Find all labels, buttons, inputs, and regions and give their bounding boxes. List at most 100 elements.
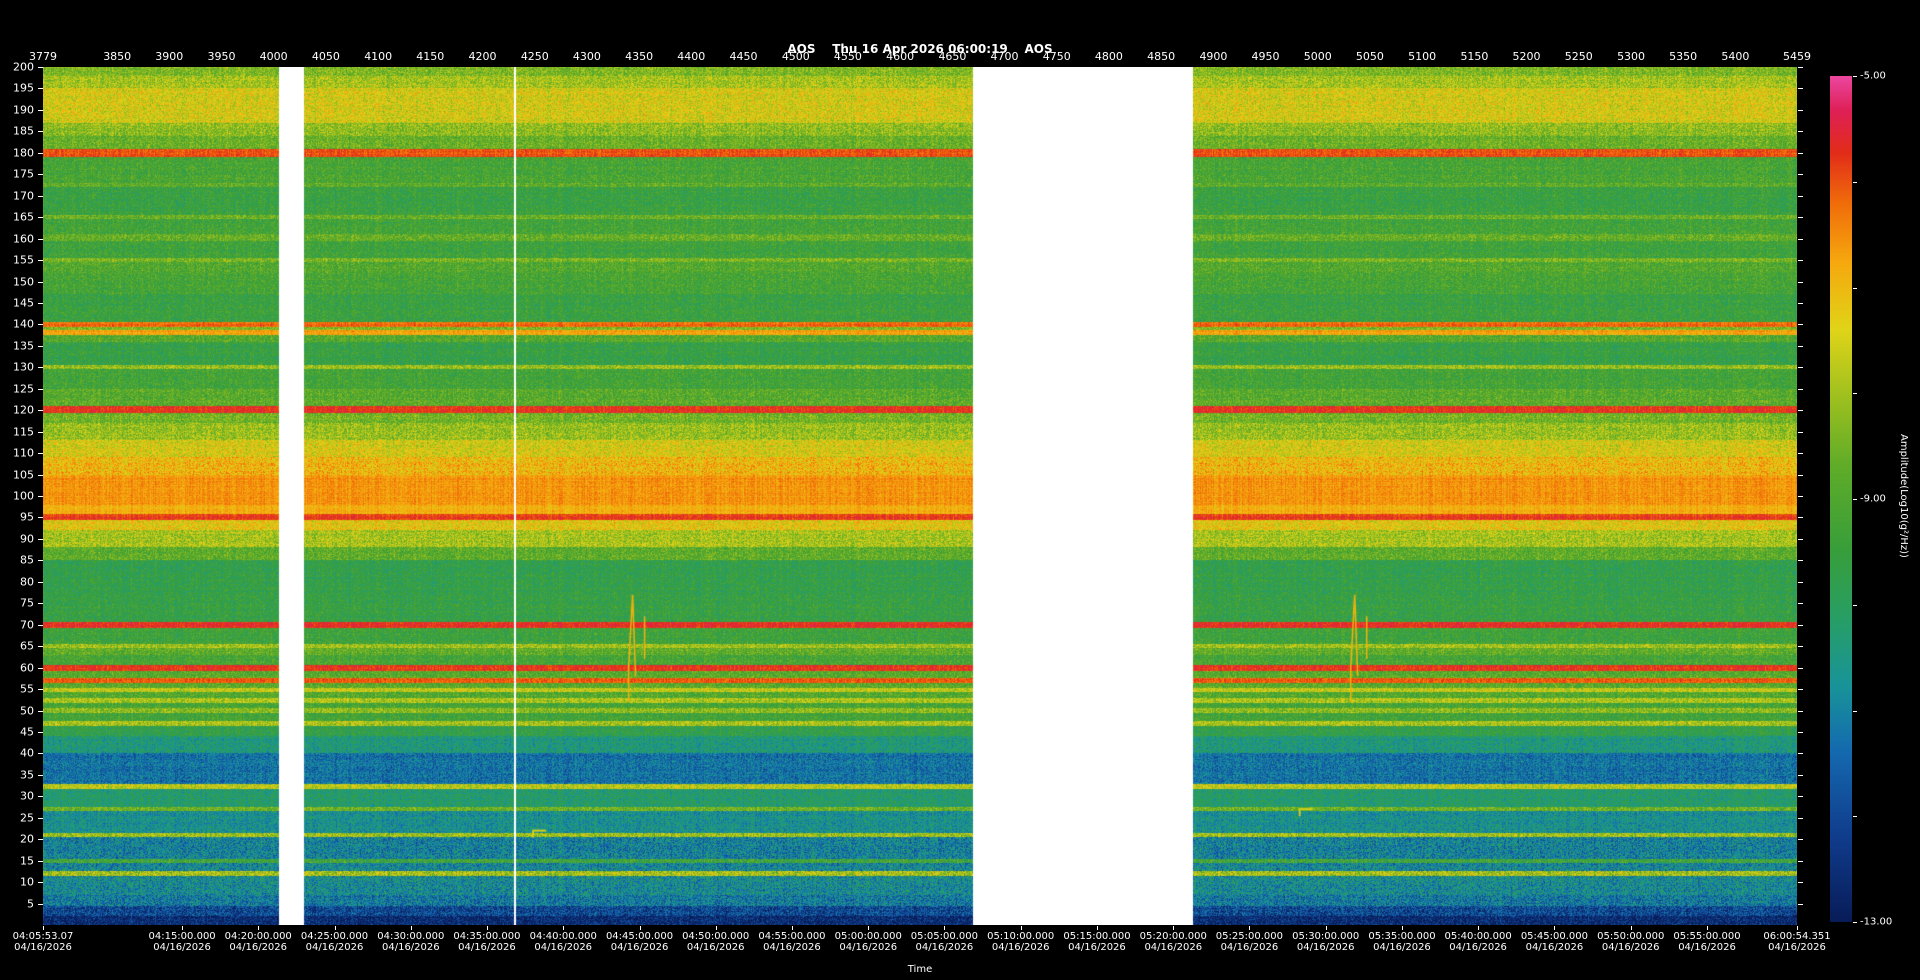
time-tick [1401,926,1403,930]
top-axis-tick-label: 4700 [990,50,1019,63]
frequency-tick-label: 5 [27,897,34,911]
frequency-tick-label: 85 [20,553,34,567]
frequency-tick [1798,345,1803,347]
time-value: 04:05:53.07 [12,931,74,942]
frequency-tick-label: 80 [20,575,34,589]
frequency-tick-label: 195 [13,81,34,95]
time-value: 05:00:00.000 [834,931,902,942]
top-axis-tick-label: 5000 [1303,50,1332,63]
time-tick [182,926,184,930]
colorbar-tick [1853,604,1857,606]
date-value: 04/16/2026 [1373,942,1431,953]
colorbar-tick [1853,393,1857,395]
time-value: 04:45:00.000 [605,931,674,942]
time-value: 04:20:00.000 [224,931,292,942]
colorbar-tick-label: -5.00 [1860,70,1886,82]
frequency-tick-label: 185 [13,124,34,138]
frequency-tick-label: 150 [13,275,34,288]
frequency-tick [1798,860,1803,862]
amplitude-axis-title: Amplitude(Log10(g²/Hz)) [1898,434,1909,558]
top-axis-tick-label: 4200 [468,50,497,63]
time-tick-label: 04:15:00.000 04/16/2026 [148,931,215,953]
frequency-tick [1798,560,1803,562]
frequency-tick [1798,796,1803,798]
top-axis: 3779 3850 3900 3950 4000 4050 4100 4150 4200 4250… [29,50,1811,65]
time-value: 04:15:00.000 [148,931,216,942]
time-value: 04:25:00.000 [300,931,369,942]
top-axis-tick-label: 4600 [886,50,915,63]
time-tick-label: 04:25:00.000 04/16/2026 [301,931,368,953]
time-value: 06:00:54.351 [1763,931,1831,942]
frequency-tick [1798,453,1803,455]
frequency-tick-label: 40 [20,746,34,760]
frequency-tick-label: 120 [13,403,34,417]
frequency-tick [1798,195,1803,197]
time-axis: 04:05:53.07 04/16/2026 04:15:00.000 04/16/2… [13,926,1831,959]
frequency-tick [1798,367,1803,369]
time-value: 05:25:00.000 [1215,931,1283,942]
frequency-tick [1798,431,1803,433]
time-tick [944,926,946,930]
frequency-tick [1798,388,1803,390]
frequency-tick-label: 70 [20,618,34,632]
frequency-tick-label: 35 [20,768,34,782]
date-value: 04/16/2026 [14,942,72,953]
frequency-tick-label: 170 [13,189,34,203]
time-value: 05:35:00.000 [1368,931,1436,942]
top-axis-tick-label: 4400 [677,50,706,63]
time-tick [1249,926,1251,930]
time-tick [258,926,260,930]
top-axis-tick-label: 4000 [259,50,288,63]
date-value: 04/16/2026 [1678,942,1736,953]
time-tick-label: 04:55:00.000 04/16/2026 [758,931,825,953]
top-axis-tick-label: 3850 [103,50,132,63]
colorbar-tick [1853,181,1857,183]
time-value: 05:30:00.000 [1292,931,1360,942]
time-axis-title: Time [907,964,933,975]
time-tick [1630,926,1632,930]
time-tick-label: 05:20:00.000 04/16/2026 [1140,931,1207,953]
time-tick [791,926,793,930]
frequency-tick [1798,238,1803,240]
top-axis-tick-label: 5350 [1669,50,1698,63]
date-value: 04/16/2026 [763,942,821,953]
date-value: 04/16/2026 [686,942,745,953]
frequency-tick-label: 15 [20,854,34,868]
time-tick-label: 05:00:00.000 04/16/2026 [835,931,902,953]
time-tick [1797,926,1798,930]
top-axis-tick-label: 4650 [938,50,967,63]
time-value: 04:35:00.000 [453,931,521,942]
top-axis-tick-label: 4150 [416,50,445,63]
frequency-tick-label: 115 [13,425,34,439]
top-axis-tick-label: 4050 [311,50,340,63]
time-tick [868,926,870,930]
date-value: 04/16/2026 [1144,942,1203,953]
frequency-tick [1798,67,1803,68]
date-value: 04/16/2026 [305,942,364,953]
frequency-tick-label: 125 [13,382,34,396]
time-value: 05:55:00.000 [1673,931,1741,942]
frequency-tick-label: 75 [20,596,34,610]
spectrogram-canvas[interactable] [43,67,1797,925]
colorbar-tick [1853,499,1857,500]
time-tick-label: 05:25:00.000 04/16/2026 [1216,931,1283,953]
top-axis-tick-label: 4350 [625,50,654,63]
time-tick [486,926,488,930]
frequency-tick [1798,474,1803,476]
date-value: 04/16/2026 [1068,942,1126,953]
frequency-tick-label: 55 [20,682,34,696]
frequency-tick-label: 180 [13,146,34,160]
frequency-tick-label: 145 [13,296,34,310]
frequency-tick-label: 100 [13,489,34,503]
top-axis-tick-label: 4250 [520,50,549,63]
time-tick-label: 04:20:00.000 04/16/2026 [225,931,292,953]
date-value: 04/16/2026 [229,942,288,953]
time-tick-label: 06:00:54.351 04/16/2026 [1763,931,1830,953]
top-axis-tick-label: 3950 [207,50,236,63]
top-axis-tick-label: 4800 [1094,50,1123,63]
time-tick [1325,926,1327,930]
top-axis-tick-label: 4850 [1147,50,1176,63]
time-tick [410,926,412,930]
date-value: 04/16/2026 [1449,942,1507,953]
time-value: 04:55:00.000 [758,931,826,942]
